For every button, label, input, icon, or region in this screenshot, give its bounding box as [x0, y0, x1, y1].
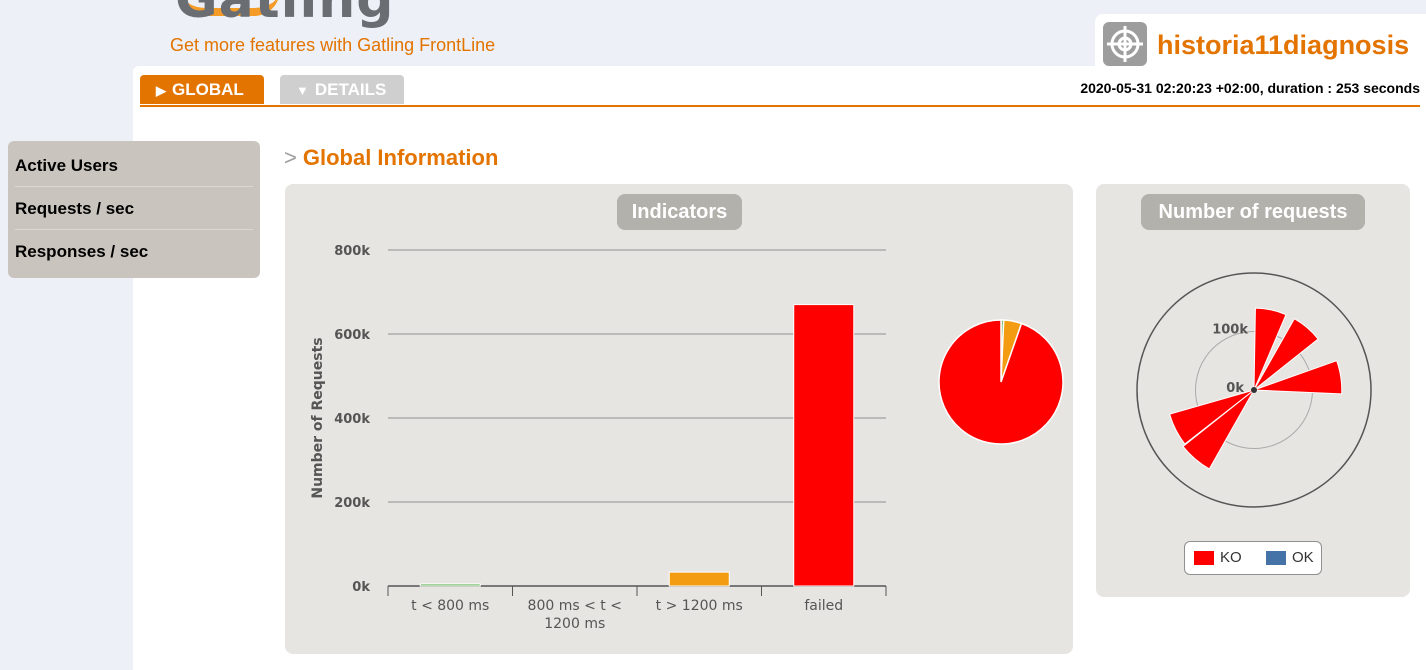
x-tick-label: t < 800 ms: [411, 598, 489, 614]
y-tick-label: 0k: [352, 580, 370, 595]
simulation-name: historia11diagnosis: [1157, 30, 1410, 60]
requests-panel: Number of requests 0k 100k KO OK: [1096, 184, 1410, 597]
legend-label-ko: KO: [1220, 549, 1242, 566]
x-tick-label: 1200 ms: [544, 616, 605, 632]
sidebar-menu: Active Users Requests / sec Responses / …: [8, 141, 260, 278]
section-title-text: Global Information: [302, 145, 499, 170]
y-tick-label: 400k: [334, 412, 370, 427]
simulation-header: historia11diagnosis: [1095, 14, 1426, 70]
triangle-down-icon: ▼: [296, 83, 309, 98]
x-tick-label: t > 1200 ms: [656, 598, 743, 614]
target-icon: [1103, 22, 1147, 66]
x-tick-label: failed: [804, 598, 843, 614]
radial-tick-label: 0k: [1226, 381, 1244, 396]
tab-global[interactable]: ▶ GLOBAL: [140, 75, 264, 104]
frontline-link[interactable]: Get more features with Gatling FrontLine: [170, 35, 495, 56]
pie-slice: [938, 319, 1064, 445]
requests-polar-chart: 0k 100k: [1136, 272, 1372, 508]
gatling-logo: Gatling: [175, 0, 395, 30]
bar: [793, 304, 855, 587]
legend-label-ok: OK: [1292, 549, 1314, 566]
legend-item-ok[interactable]: OK: [1266, 550, 1314, 566]
radial-tick-label: 100k: [1212, 323, 1248, 338]
y-axis-label: Number of Requests: [310, 337, 326, 498]
indicators-bar-chart: 0k 200k 400k 600k 800k Number of Requests t < …: [310, 244, 1064, 632]
legend-item-ko[interactable]: KO: [1194, 550, 1242, 566]
bar: [419, 583, 481, 587]
bar: [668, 571, 730, 587]
y-tick-label: 200k: [334, 496, 370, 511]
tab-details-label: DETAILS: [314, 80, 387, 99]
run-info: 2020-05-31 02:20:23 +02:00, duration : 2…: [1080, 80, 1420, 96]
chart-legend: KO OK: [1184, 541, 1322, 575]
x-tick-label: 800 ms < t <: [528, 598, 622, 614]
polar-center-dot: [1251, 387, 1257, 393]
y-tick-label: 600k: [334, 328, 370, 343]
tab-global-label: GLOBAL: [172, 80, 244, 99]
y-tick-label: 800k: [334, 244, 370, 259]
sidebar-item-responses-sec[interactable]: Responses / sec: [15, 230, 253, 273]
triangle-right-icon: ▶: [156, 83, 166, 98]
title-chevron: >: [284, 145, 297, 170]
section-title: > Global Information: [284, 145, 498, 171]
tab-details[interactable]: ▼ DETAILS: [280, 75, 404, 104]
sidebar-item-requests-sec[interactable]: Requests / sec: [15, 187, 253, 230]
legend-swatch-ko: [1194, 551, 1214, 566]
indicators-panel: Indicators 0k 200k 400k 600k 800k Number of R…: [285, 184, 1073, 654]
tab-underline: [140, 105, 1420, 107]
legend-swatch-ok: [1266, 551, 1286, 566]
sidebar-item-active-users[interactable]: Active Users: [15, 144, 253, 187]
